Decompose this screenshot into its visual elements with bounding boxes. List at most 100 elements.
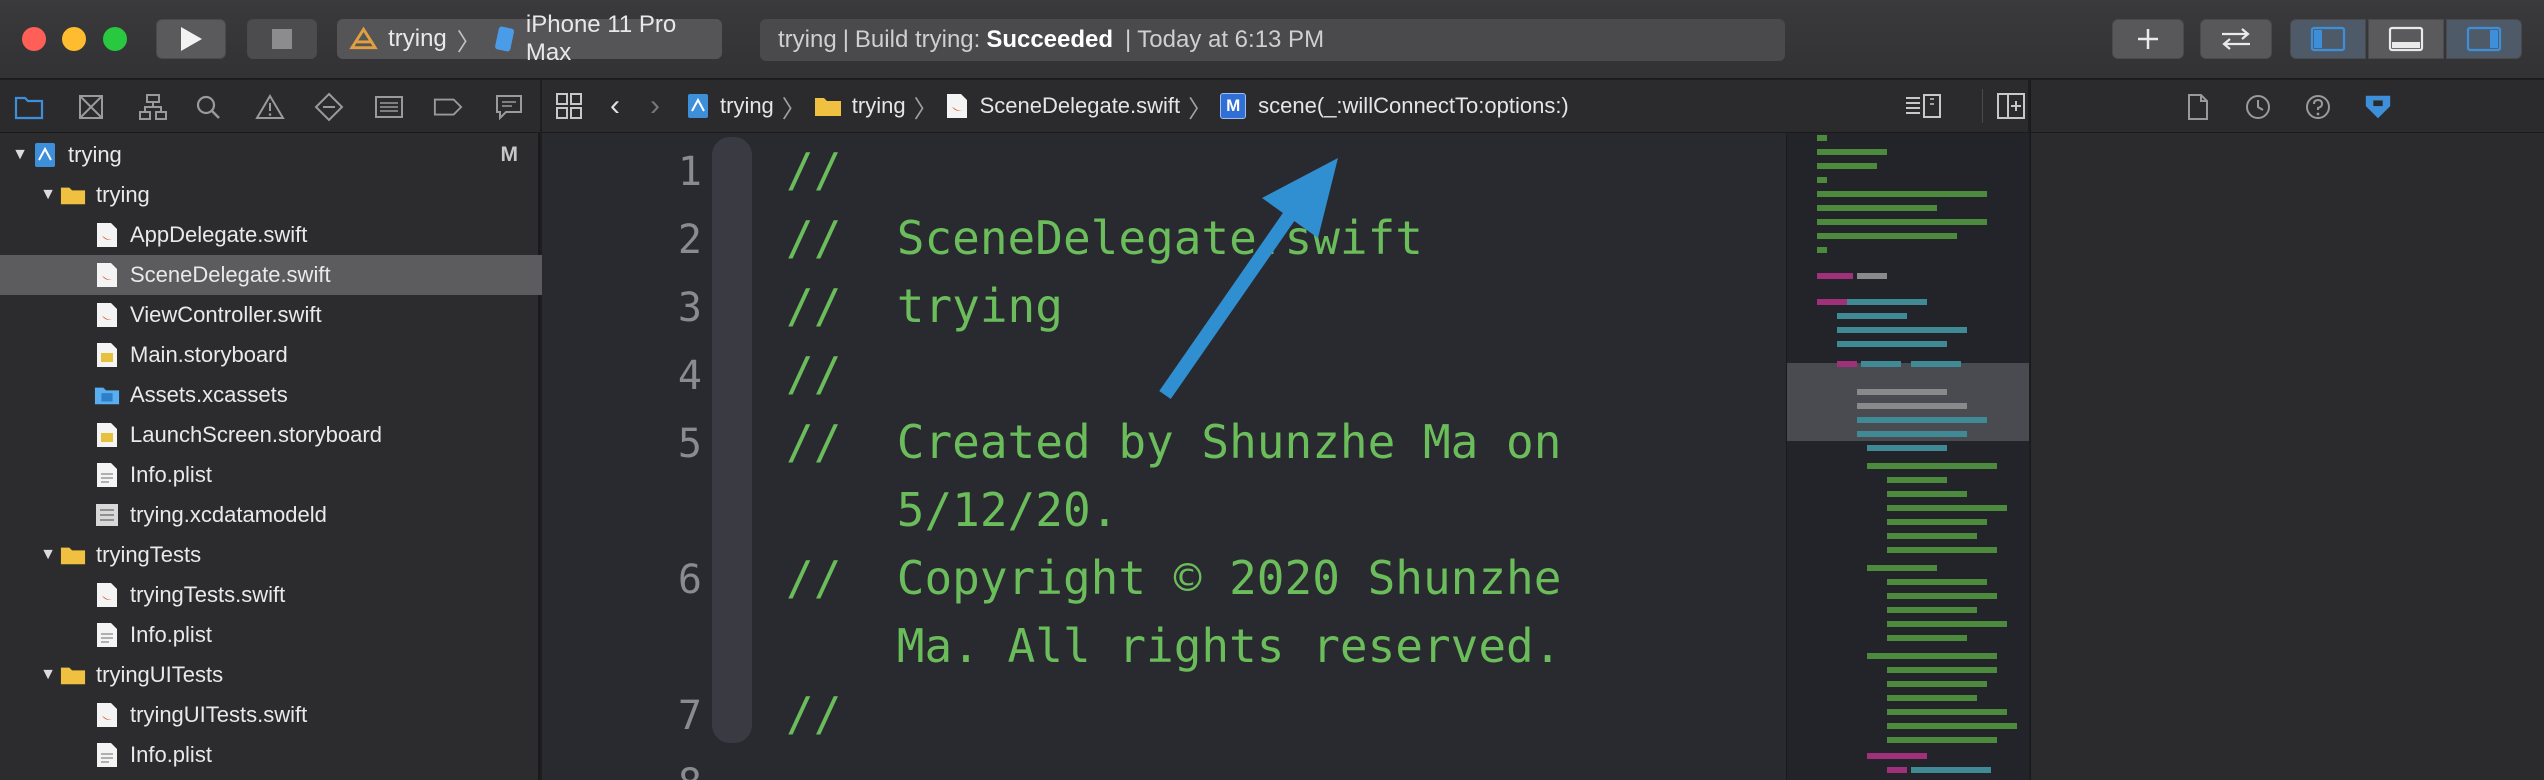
- tree-row-file[interactable]: Info.plist: [0, 615, 632, 655]
- tree-row-file-selected[interactable]: SceneDelegate.swift: [0, 255, 632, 295]
- breadcrumb-method[interactable]: M scene(_:willConnectTo:options:): [1220, 93, 1569, 119]
- minimap-line: [1887, 621, 2007, 627]
- tree-row-label: SceneDelegate.swift: [130, 262, 331, 287]
- minimap-line: [1857, 431, 1967, 437]
- code-line[interactable]: // Copyright © 2020 Shunzhe: [786, 551, 1561, 605]
- tree-row-file[interactable]: Main.storyboard: [0, 335, 632, 375]
- quick-help-inspector-tab[interactable]: [2303, 92, 2333, 122]
- tree-row-file[interactable]: trying.xcdatamodeld: [0, 495, 632, 535]
- inspector-pane: [2030, 133, 2544, 780]
- line-number: 1: [677, 149, 702, 195]
- zoom-window-button[interactable]: [103, 27, 127, 51]
- tree-row-group-trying[interactable]: ▼ trying: [0, 175, 574, 215]
- project-navigator-tab[interactable]: [14, 93, 44, 121]
- tree-row-group-uitests[interactable]: ▼ tryingUITests: [0, 655, 574, 695]
- stop-button[interactable]: [247, 19, 317, 59]
- disclosure-triangle-icon[interactable]: ▼: [36, 666, 60, 684]
- symbol-navigator-tab[interactable]: [138, 93, 168, 121]
- breadcrumb-project[interactable]: trying: [686, 93, 774, 119]
- swift-file-icon: [94, 262, 120, 288]
- tree-row-file[interactable]: Assets.xcassets: [0, 375, 632, 415]
- method-icon: M: [1220, 93, 1247, 119]
- minimap-line: [1887, 767, 1907, 773]
- test-navigator-tab[interactable]: [314, 92, 344, 122]
- disclosure-triangle-icon[interactable]: ▼: [36, 186, 60, 204]
- source-editor[interactable]: 1 // 2 // SceneDelegate.swift 3 // tryin…: [542, 133, 1786, 780]
- minimap-line: [1837, 313, 1907, 319]
- close-window-button[interactable]: [22, 27, 46, 51]
- tree-row-file[interactable]: ViewController.swift M: [0, 295, 632, 335]
- minimap-line: [1867, 653, 1997, 659]
- code-line[interactable]: //: [786, 347, 841, 401]
- source-control-navigator-tab[interactable]: [76, 93, 106, 121]
- code-line[interactable]: //: [786, 143, 841, 197]
- activity-time: Today at 6:13 PM: [1137, 26, 1325, 53]
- breadcrumb-label: scene(_:willConnectTo:options:): [1258, 93, 1569, 118]
- minimize-window-button[interactable]: [62, 27, 86, 51]
- tree-row-file[interactable]: Info.plist: [0, 735, 632, 775]
- disclosure-triangle-icon[interactable]: ▼: [36, 546, 60, 564]
- minimap-line: [1857, 417, 1987, 423]
- attributes-inspector-tab[interactable]: [2363, 92, 2393, 122]
- breadcrumb-chevron-icon: 〉: [1188, 95, 1213, 123]
- code-line-wrapped[interactable]: 5/12/20.: [786, 483, 1119, 537]
- line-number: 5: [677, 421, 702, 467]
- scheme-chevron-icon: 〉: [456, 28, 481, 56]
- toggle-debug-area-button[interactable]: [2368, 19, 2444, 59]
- library-button[interactable]: [2112, 19, 2184, 59]
- forward-button[interactable]: ›: [650, 89, 660, 123]
- breakpoint-navigator-tab[interactable]: [433, 93, 463, 121]
- minimap-line: [1911, 767, 1991, 773]
- code-review-button[interactable]: [2200, 19, 2272, 59]
- add-editor-button[interactable]: [1996, 91, 2026, 121]
- minimap-line: [1837, 327, 1967, 333]
- minimap-line: [1857, 403, 1967, 409]
- disclosure-triangle-icon[interactable]: ▼: [8, 146, 32, 164]
- tree-row-label: Info.plist: [130, 742, 212, 767]
- minimap[interactable]: [1786, 133, 2029, 780]
- editor-options-button[interactable]: [1904, 91, 1944, 121]
- breadcrumb-group[interactable]: trying: [814, 93, 906, 119]
- run-button[interactable]: [156, 19, 226, 59]
- minimap-line: [1837, 341, 1947, 347]
- tree-row-file[interactable]: AppDelegate.swift: [0, 215, 632, 255]
- tree-row-file[interactable]: Info.plist: [0, 455, 632, 495]
- tree-row-project[interactable]: ▼ trying M: [0, 135, 546, 175]
- tree-row-label: ViewController.swift: [130, 302, 322, 327]
- tree-row-file[interactable]: tryingUITests.swift: [0, 695, 632, 735]
- code-line-wrapped[interactable]: Ma. All rights reserved.: [786, 619, 1562, 673]
- toggle-inspector-button[interactable]: [2446, 19, 2522, 59]
- tree-row-label: Info.plist: [130, 622, 212, 647]
- code-line[interactable]: // Created by Shunzhe Ma on: [786, 415, 1561, 469]
- code-line[interactable]: // SceneDelegate.swift: [786, 211, 1423, 265]
- toggle-navigator-button[interactable]: [2290, 19, 2366, 59]
- find-navigator-tab[interactable]: [193, 93, 223, 121]
- plus-icon: [2138, 29, 2158, 49]
- scheme-selector[interactable]: trying 〉 iPhone 11 Pro Max: [337, 11, 722, 66]
- tree-row-group-tests[interactable]: ▼ tryingTests: [0, 535, 574, 575]
- code-line[interactable]: // trying: [786, 279, 1063, 333]
- issue-navigator-tab[interactable]: [255, 93, 285, 121]
- related-items-button[interactable]: [554, 91, 584, 121]
- iphone-icon: [494, 26, 514, 52]
- activity-prefix: Build trying:: [854, 26, 981, 53]
- debug-navigator-tab[interactable]: [374, 93, 404, 121]
- folder-icon: [60, 182, 86, 208]
- back-button[interactable]: ‹: [610, 89, 620, 123]
- file-inspector-tab[interactable]: [2183, 92, 2213, 122]
- swift-file-icon: [94, 222, 120, 248]
- minimap-line: [1817, 163, 1877, 169]
- tree-row-file[interactable]: LaunchScreen.storyboard: [0, 415, 632, 455]
- plist-file-icon: [94, 742, 120, 768]
- history-inspector-tab[interactable]: [2243, 92, 2273, 122]
- minimap-line: [1887, 635, 1967, 641]
- line-number: 8: [542, 761, 702, 780]
- breadcrumb-file[interactable]: SceneDelegate.swift: [946, 93, 1180, 119]
- search-icon: [196, 95, 220, 119]
- report-navigator-tab[interactable]: [494, 93, 524, 121]
- tree-row-file[interactable]: tryingTests.swift: [0, 575, 632, 615]
- minimap-visible-region[interactable]: [1787, 363, 2029, 441]
- play-icon: [181, 27, 202, 51]
- minimap-line: [1887, 607, 1977, 613]
- code-line[interactable]: //: [786, 687, 841, 741]
